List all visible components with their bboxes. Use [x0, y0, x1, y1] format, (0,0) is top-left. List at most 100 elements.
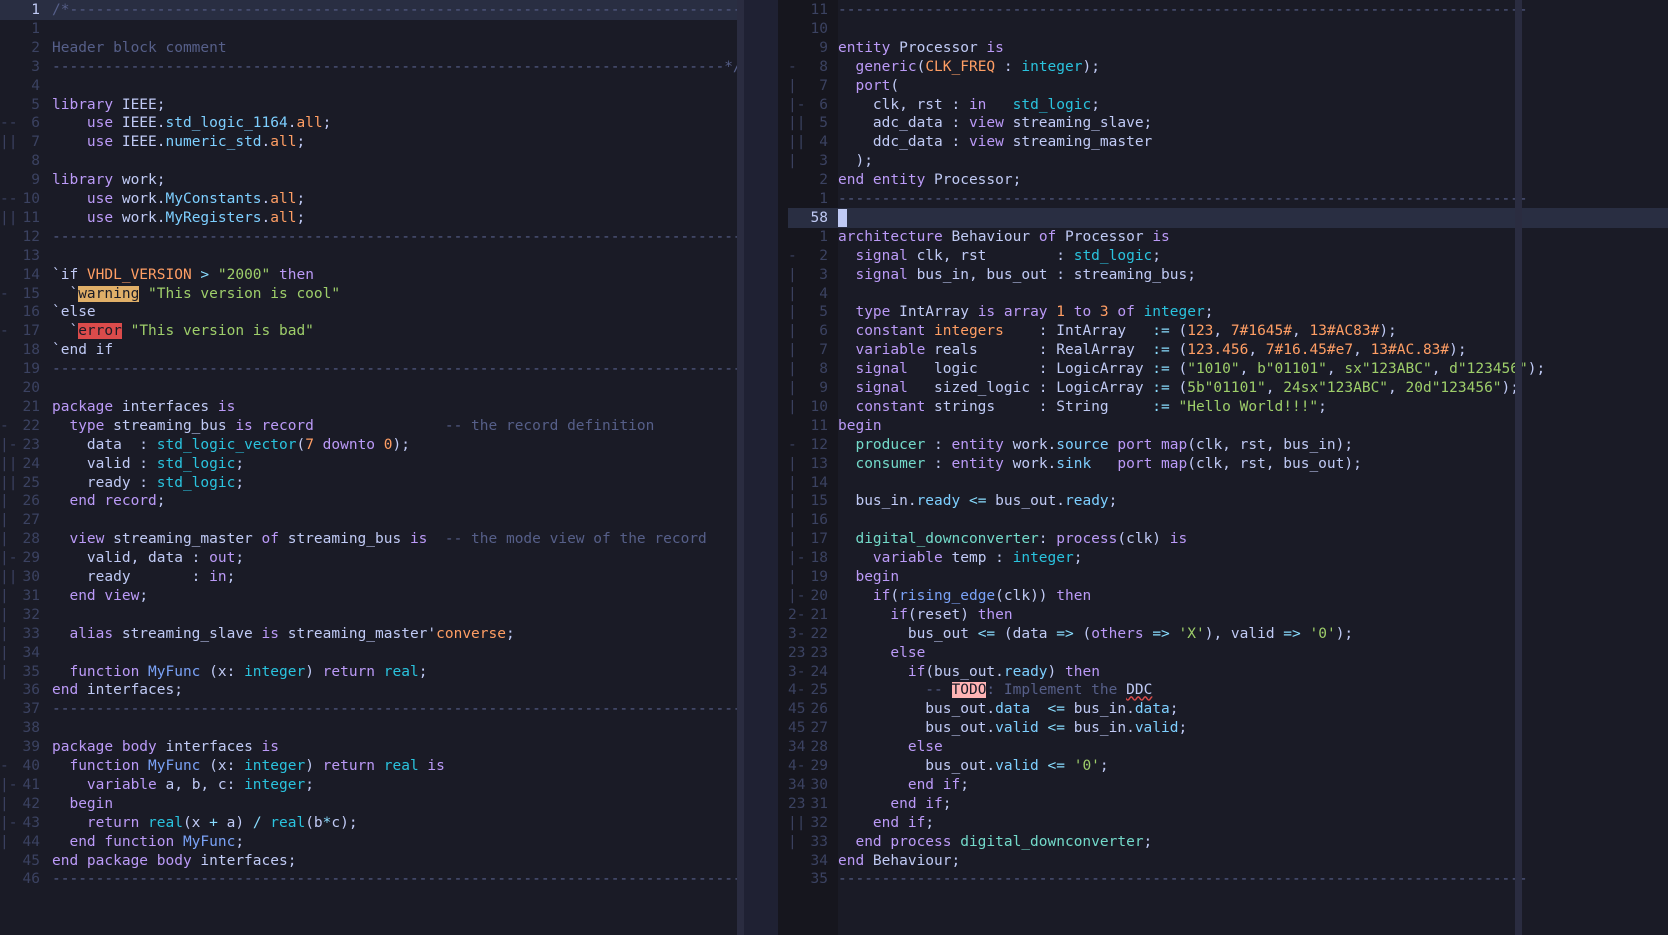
code-text[interactable]: else — [838, 737, 943, 757]
code-text[interactable]: entity Processor is — [838, 38, 1004, 58]
code-text[interactable]: variable temp : integer; — [838, 548, 1083, 568]
code-line[interactable]: 19 --------------------------------------… — [0, 359, 778, 379]
code-text[interactable]: ----------------------------------------… — [838, 189, 1528, 209]
code-line[interactable]: 58 — [788, 208, 1668, 228]
code-text[interactable]: else — [838, 643, 925, 663]
code-text[interactable]: ready : std_logic; — [52, 473, 244, 493]
code-text[interactable]: end record; — [52, 491, 165, 511]
code-line[interactable]: || 24 valid : std_logic; — [0, 454, 778, 474]
code-line[interactable]: 45 end package body interfaces; — [0, 851, 778, 871]
code-line[interactable]: | 13 consumer : entity work.sink port map… — [788, 454, 1668, 474]
code-line[interactable]: 2- 21 if(reset) then — [788, 605, 1668, 625]
code-line[interactable]: 1 — [0, 19, 778, 39]
code-line[interactable]: | 7 variable reals : RealArray := (123.45… — [788, 340, 1668, 360]
code-line[interactable]: | 42 begin — [0, 794, 778, 814]
code-line[interactable]: -- 10 use work.MyConstants.all; — [0, 189, 778, 209]
code-text[interactable]: begin — [838, 416, 882, 436]
code-line[interactable]: || 7 use IEEE.numeric_std.all; — [0, 132, 778, 152]
code-text[interactable]: `if VHDL_VERSION > "2000" then — [52, 265, 314, 285]
code-text[interactable]: type streaming_bus is record -- the reco… — [52, 416, 654, 436]
code-text[interactable]: ----------------------------------------… — [52, 359, 742, 379]
code-text[interactable]: bus_out.data <= bus_in.data; — [838, 699, 1178, 719]
code-line[interactable]: 2 end entity Processor; — [788, 170, 1668, 190]
code-line[interactable]: | 31 end view; — [0, 586, 778, 606]
code-line[interactable]: | 44 end function MyFunc; — [0, 832, 778, 852]
code-text[interactable]: signal sized_logic : LogicArray := (5b"0… — [838, 378, 1519, 398]
code-text[interactable]: variable reals : RealArray := (123.456, … — [838, 340, 1466, 360]
code-text[interactable]: bus_in.ready <= bus_out.ready; — [838, 491, 1117, 511]
code-text[interactable]: signal clk, rst : std_logic; — [838, 246, 1161, 266]
code-line[interactable]: 34 28 else — [788, 737, 1668, 757]
code-line[interactable]: || 5 adc_data : view streaming_slave; — [788, 113, 1668, 133]
code-text[interactable]: data : std_logic_vector(7 downto 0); — [52, 435, 410, 455]
code-text[interactable]: view streaming_master of streaming_bus i… — [52, 529, 706, 549]
code-text[interactable]: return real(x + a) / real(b*c); — [52, 813, 358, 833]
code-text[interactable]: ----------------------------------------… — [838, 0, 1528, 20]
code-text[interactable]: if(bus_out.ready) then — [838, 662, 1100, 682]
editor-pane-left[interactable]: 1 /*-------------------------------------… — [0, 0, 778, 935]
code-line[interactable]: 11 --------------------------------------… — [788, 0, 1668, 20]
code-text[interactable]: begin — [52, 794, 113, 814]
code-line[interactable]: 18 `end if — [0, 340, 778, 360]
code-text[interactable]: end Behaviour; — [838, 851, 960, 871]
code-text[interactable]: signal logic : LogicArray := ("1010", b"… — [838, 359, 1545, 379]
code-text[interactable]: package body interfaces is — [52, 737, 279, 757]
code-line[interactable]: 10 — [788, 19, 1668, 39]
code-line[interactable]: |- 18 variable temp : integer; — [788, 548, 1668, 568]
code-line[interactable]: 9 entity Processor is — [788, 38, 1668, 58]
code-text[interactable]: bus_out.valid <= bus_in.valid; — [838, 718, 1187, 738]
code-line[interactable]: |- 43 return real(x + a) / real(b*c); — [0, 813, 778, 833]
code-text[interactable]: port( — [838, 76, 899, 96]
code-line[interactable]: -40 function MyFunc (x: integer) return … — [0, 756, 778, 776]
scrollbar-left[interactable] — [737, 0, 744, 935]
code-text[interactable]: signal bus_in, bus_out : streaming_bus; — [838, 265, 1195, 285]
code-line[interactable]: 4- 29 bus_out.valid <= '0'; — [788, 756, 1668, 776]
code-text[interactable]: end package body interfaces; — [52, 851, 296, 871]
code-line[interactable]: -12 producer : entity work.source port m… — [788, 435, 1668, 455]
code-text[interactable]: end if; — [838, 775, 969, 795]
code-line[interactable]: | 32 — [0, 605, 778, 625]
code-text[interactable]: constant integers : IntArray := (123, 7#… — [838, 321, 1396, 341]
code-line[interactable]: | 5 type IntArray is array 1 to 3 of inte… — [788, 302, 1668, 322]
code-text[interactable]: ready : in; — [52, 567, 235, 587]
code-text[interactable]: architecture Behaviour of Processor is — [838, 227, 1170, 247]
code-line[interactable]: |- 20 if(rising_edge(clk)) then — [788, 586, 1668, 606]
code-line[interactable]: 3 ---------------------------------------… — [0, 57, 778, 77]
code-text[interactable]: if(reset) then — [838, 605, 1012, 625]
code-line[interactable]: 20 — [0, 378, 778, 398]
code-line[interactable]: | 27 — [0, 510, 778, 530]
code-line[interactable]: |- 29 valid, data : out; — [0, 548, 778, 568]
code-line[interactable]: -8 generic(CLK_FREQ : integer); — [788, 57, 1668, 77]
code-text[interactable]: ); — [838, 151, 872, 171]
code-text[interactable]: if(rising_edge(clk)) then — [838, 586, 1091, 606]
code-line[interactable]: | 26 end record; — [0, 491, 778, 511]
code-line[interactable]: 38 — [0, 718, 778, 738]
code-line[interactable]: | 9 signal sized_logic : LogicArray := (5… — [788, 378, 1668, 398]
code-line[interactable]: | 6 constant integers : IntArray := (123,… — [788, 321, 1668, 341]
code-text[interactable]: digital_downconverter: process(clk) is — [838, 529, 1187, 549]
code-line[interactable]: 39 package body interfaces is — [0, 737, 778, 757]
code-text[interactable]: function MyFunc (x: integer) return real… — [52, 756, 444, 776]
code-line[interactable]: | 3 signal bus_in, bus_out : streaming_bu… — [788, 265, 1668, 285]
code-line[interactable]: |- 6 clk, rst : in std_logic; — [788, 95, 1668, 115]
code-text[interactable]: valid : std_logic; — [52, 454, 244, 474]
code-line[interactable]: 46 --------------------------------------… — [0, 869, 778, 889]
code-line[interactable]: 4- 25 -- TODO: Implement the DDC — [788, 680, 1668, 700]
code-line[interactable]: 34 30 end if; — [788, 775, 1668, 795]
code-line[interactable]: 1 architecture Behaviour of Processor is — [788, 227, 1668, 247]
code-line[interactable]: 21 package interfaces is — [0, 397, 778, 417]
code-line[interactable]: -15 `warning "This version is cool" — [0, 284, 778, 304]
code-line[interactable]: | 33 alias streaming_slave is streaming_m… — [0, 624, 778, 644]
code-text[interactable]: consumer : entity work.sink port map(clk… — [838, 454, 1361, 474]
code-line[interactable]: | 35 function MyFunc (x: integer) return … — [0, 662, 778, 682]
code-line[interactable]: 35 --------------------------------------… — [788, 869, 1668, 889]
code-text[interactable]: use work.MyConstants.all; — [52, 189, 305, 209]
code-line[interactable]: | 28 view streaming_master of streaming_b… — [0, 529, 778, 549]
code-line[interactable]: 23 31 end if; — [788, 794, 1668, 814]
code-line[interactable]: -- 6 use IEEE.std_logic_1164.all; — [0, 113, 778, 133]
code-text[interactable]: ----------------------------------------… — [838, 869, 1528, 889]
code-line[interactable]: |- 41 variable a, b, c: integer; — [0, 775, 778, 795]
code-line[interactable]: || 32 end if; — [788, 813, 1668, 833]
code-line[interactable]: 1 /*-------------------------------------… — [0, 0, 778, 20]
code-line[interactable]: 11 begin — [788, 416, 1668, 436]
